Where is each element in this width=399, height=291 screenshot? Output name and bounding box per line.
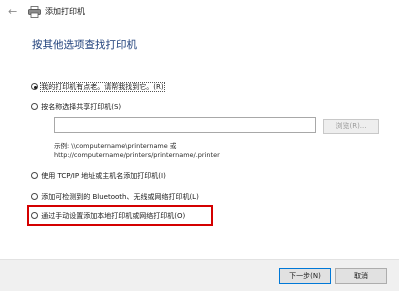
browse-button[interactable]: 浏览(R)...	[323, 119, 379, 134]
example-line-2: http://computername/printers/printername…	[54, 151, 220, 159]
option-bluetooth-wireless[interactable]: 添加可检测到的 Bluetooth、无线或网络打印机(L)	[31, 192, 199, 202]
example-line-1: 示例: \\computername\printername 或	[54, 142, 177, 150]
highlight-annotation-box	[27, 205, 213, 226]
option-old-printer-label: 我的打印机有点老。请帮我找到它。(R)	[40, 82, 165, 92]
option-tcpip[interactable]: 使用 TCP/IP 地址或主机名添加打印机(I)	[31, 171, 166, 181]
radio-button[interactable]	[31, 193, 38, 200]
shared-printer-name-input[interactable]	[54, 117, 316, 133]
window-title: 添加打印机	[45, 7, 85, 16]
option-shared-printer-label: 按名称选择共享打印机(S)	[41, 103, 122, 111]
cancel-button[interactable]: 取消	[335, 268, 387, 284]
radio-button[interactable]	[31, 172, 38, 179]
radio-button[interactable]	[31, 103, 38, 110]
option-bluetooth-wireless-label: 添加可检测到的 Bluetooth、无线或网络打印机(L)	[41, 193, 199, 201]
page-heading: 按其他选项查找打印机	[32, 39, 137, 51]
title-bar: ← 添加打印机	[0, 0, 399, 26]
option-old-printer[interactable]: 我的打印机有点老。请帮我找到它。(R)	[31, 82, 165, 92]
printer-icon	[28, 6, 41, 18]
next-button[interactable]: 下一步(N)	[279, 268, 331, 284]
example-text: 示例: \\computername\printername 或 http://…	[54, 142, 220, 160]
option-tcpip-label: 使用 TCP/IP 地址或主机名添加打印机(I)	[41, 172, 166, 180]
radio-button-selected[interactable]	[31, 83, 38, 90]
option-shared-printer[interactable]: 按名称选择共享打印机(S)	[31, 102, 121, 112]
back-arrow-icon[interactable]: ←	[8, 6, 17, 18]
